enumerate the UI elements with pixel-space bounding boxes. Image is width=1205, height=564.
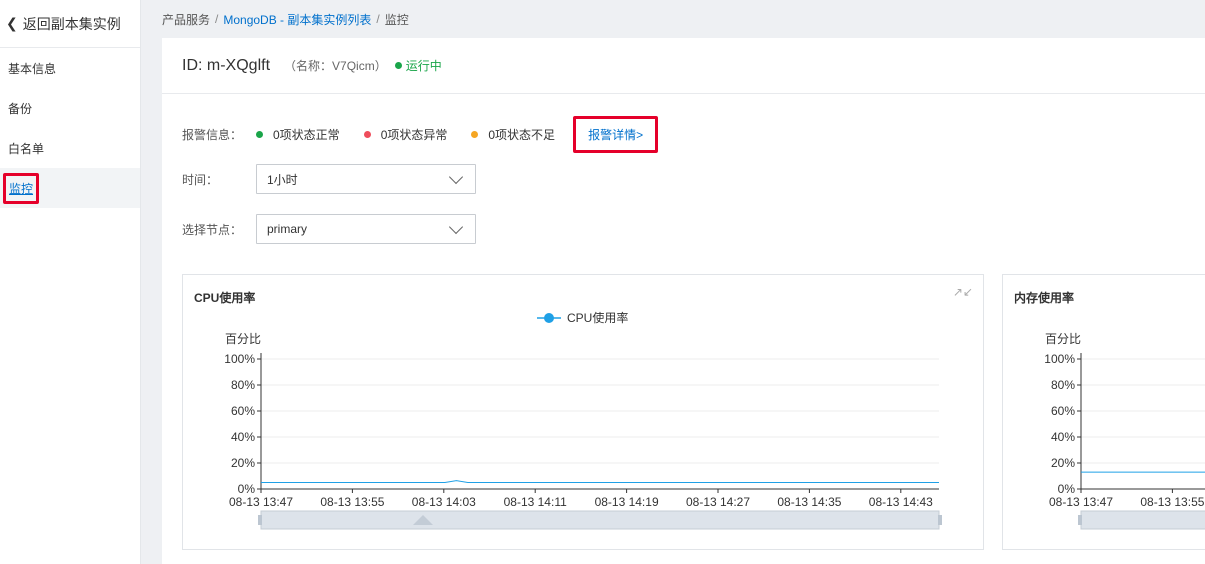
zoom-slider <box>260 510 940 530</box>
breadcrumb-instance-list-link[interactable]: MongoDB - 副本集实例列表 <box>223 11 371 28</box>
back-label: 返回副本集实例 <box>22 15 121 32</box>
x-tick-label: 08-13 14:43 <box>869 495 933 509</box>
chevron-down-icon <box>448 169 464 184</box>
alarm-insufficient: 0项状态不足 <box>471 126 555 143</box>
alarm-detail-link[interactable]: 报警详情> <box>573 116 659 153</box>
time-range-value: 1小时 <box>267 172 298 187</box>
highlight-box: 监控 <box>3 172 40 204</box>
memory-chart-panel: 内存使用率 百分比 0% 20% 40% 60% 80% 100% 08-13 13:47 08… <box>1002 274 1205 550</box>
time-range-select[interactable]: 1小时 <box>256 164 476 194</box>
sidebar-item-monitor[interactable]: 监控 <box>0 168 140 208</box>
x-tick-label: 08-13 14:19 <box>595 495 659 509</box>
y-tick-label: 60% <box>1051 404 1075 418</box>
breadcrumb: 产品服务 / MongoDB - 副本集实例列表 / 监控 <box>162 0 409 38</box>
main-content: ID: m-XQglft （名称：V7Qicm） 运行中 报警信息： 0项状态正… <box>162 38 1205 564</box>
sidebar-item-whitelist[interactable]: 白名单 <box>0 128 140 168</box>
chevron-down-icon <box>448 219 464 234</box>
alarm-normal: 0项状态正常 <box>256 126 340 143</box>
sidebar-item-label: 监控 <box>9 181 34 196</box>
cpu-chart-panel: CPU使用率 ↗↙ CPU使用率 百分比 0% 20% 40% 60% 80% 100% 08-… <box>182 274 984 550</box>
sidebar-item-backup[interactable]: 备份 <box>0 88 140 128</box>
node-row: 选择节点： primary <box>182 214 476 244</box>
alarm-normal-text: 0项状态正常 <box>273 128 340 142</box>
y-axis-label: 百分比 <box>225 332 261 346</box>
x-tick-label: 08-13 14:35 <box>777 495 841 509</box>
orange-dot-icon <box>471 131 479 138</box>
sidebar-item-label: 白名单 <box>8 141 45 156</box>
chevron-left-icon: ❮ <box>6 15 18 32</box>
alarm-insufficient-text: 0项状态不足 <box>488 128 556 142</box>
node-label: 选择节点： <box>182 222 243 237</box>
instance-id: ID: m-XQglft <box>182 56 271 74</box>
x-tick-label: 08-13 13:47 <box>1049 495 1113 509</box>
breadcrumb-current: 监控 <box>384 12 409 27</box>
y-tick-label: 0% <box>1058 482 1076 496</box>
alarm-abnormal: 0项状态异常 <box>363 126 448 143</box>
x-tick-label: 08-13 14:11 <box>504 495 567 509</box>
sidebar: ❮ 返回副本集实例 基本信息 备份 白名单 监控 <box>0 0 141 564</box>
zoom-handle-left <box>1078 515 1082 525</box>
cpu-chart: CPU使用率百分比 0% 20% 40% 60% 80% 100% 08-13 13:47 08… <box>224 310 942 530</box>
x-tick-label: 08-13 14:27 <box>686 495 750 509</box>
sidebar-item-basic-info[interactable]: 基本信息 <box>0 48 140 88</box>
y-tick-label: 100% <box>1044 352 1075 366</box>
zoom-handle-left <box>258 515 262 525</box>
sidebar-item-label: 基本信息 <box>8 61 57 76</box>
node-value: primary <box>267 222 308 236</box>
sidebar-item-label: 备份 <box>8 101 33 116</box>
x-tick-label: 08-13 13:55 <box>320 495 384 509</box>
y-tick-label: 0% <box>238 482 256 496</box>
time-label: 时间： <box>182 172 219 187</box>
zoom-handle-right <box>938 515 942 525</box>
green-dot-icon <box>256 131 263 138</box>
y-axis-label: 百分比 <box>1045 332 1081 346</box>
y-tick-label: 20% <box>1051 456 1075 470</box>
y-tick-label: 60% <box>231 404 255 418</box>
legend-label: CPU使用率 <box>567 310 628 325</box>
breadcrumb-separator: / <box>376 12 380 26</box>
status-dot-icon <box>394 62 402 69</box>
alarm-info-row: 报警信息： 0项状态正常 0项状态异常 0项状态不足 报警详情> <box>182 116 659 153</box>
red-dot-icon <box>363 131 371 138</box>
x-tick-label: 08-13 13:47 <box>229 495 293 509</box>
legend-marker <box>544 313 554 323</box>
breadcrumb-separator: / <box>215 12 219 26</box>
series-line <box>261 480 939 483</box>
x-tick-label: 08-13 14:03 <box>412 495 476 509</box>
time-row: 时间： 1小时 <box>182 164 476 194</box>
node-select[interactable]: primary <box>256 214 476 244</box>
y-tick-label: 20% <box>231 456 255 470</box>
memory-chart: 百分比 0% 20% 40% 60% 80% 100% 08-13 13:47 08-13 13… <box>1044 332 1205 530</box>
instance-name: （名称：V7Qicm） <box>284 59 387 73</box>
back-to-replica-set-link[interactable]: ❮ 返回副本集实例 <box>0 0 140 48</box>
zoom-slider <box>1080 510 1205 530</box>
y-tick-label: 80% <box>1051 378 1075 392</box>
breadcrumb-root[interactable]: 产品服务 <box>162 11 210 28</box>
y-tick-label: 80% <box>231 378 255 392</box>
x-tick-label: 08-13 13:55 <box>1140 495 1204 509</box>
y-tick-label: 100% <box>224 352 255 366</box>
y-tick-label: 40% <box>1051 430 1075 444</box>
alarm-label: 报警信息： <box>182 128 243 142</box>
instance-header: ID: m-XQglft （名称：V7Qicm） 运行中 <box>162 38 1205 94</box>
status-badge: 运行中 <box>394 57 442 74</box>
alarm-abnormal-text: 0项状态异常 <box>380 128 448 142</box>
status-text: 运行中 <box>405 59 442 73</box>
y-tick-label: 40% <box>231 430 255 444</box>
